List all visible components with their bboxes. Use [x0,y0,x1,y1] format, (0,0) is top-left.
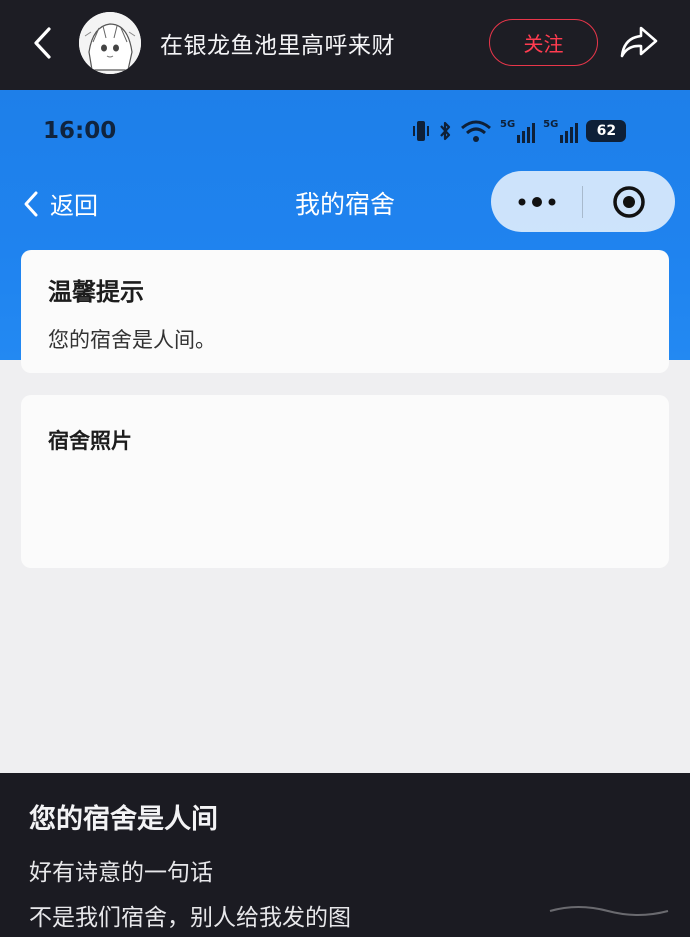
more-dots-icon [518,196,555,207]
bluetooth-icon [440,121,451,141]
net-label: 5G [500,119,516,130]
vibrate-icon [413,121,429,141]
close-mini-program-button[interactable] [583,171,674,232]
photo-card-title: 宿舍照片 [48,429,132,453]
target-close-icon [612,185,645,218]
battery-indicator: 62 [586,120,627,142]
more-button[interactable] [491,171,582,232]
tip-card-text: 您的宿舍是人间。 [48,328,216,352]
avatar[interactable] [79,12,141,74]
back-icon[interactable] [26,26,60,60]
post-image[interactable]: 16:00 5G 5G 62 返回 我的宿舍 温馨提示 您的宿舍是人间。 宿舍照… [0,90,690,773]
status-time: 16:00 [43,118,117,144]
top-bar: 在银龙鱼池里高呼来财 关注 [0,0,690,90]
net-label: 5G [543,119,559,130]
signal-5g-icon: 5G [500,119,536,143]
wifi-icon [461,120,491,142]
caption-line: 不是我们宿舍，别人给我发的图 [29,905,351,931]
follow-button[interactable]: 关注 [489,19,598,66]
author-name[interactable]: 在银龙鱼池里高呼来财 [160,26,395,60]
anime-avatar-icon [79,12,141,74]
tip-card-title: 温馨提示 [48,278,144,306]
photo-card[interactable]: 宿舍照片 [21,395,669,568]
mini-program-capsule [491,171,675,232]
status-icons: 5G 5G 62 [412,116,627,146]
watermark-icon [549,906,669,916]
caption-title: 您的宿舍是人间 [29,804,218,835]
share-icon[interactable] [617,22,661,62]
caption-line: 好有诗意的一句话 [29,860,213,886]
signal-5g-icon: 5G [543,119,579,143]
post-caption: 您的宿舍是人间 好有诗意的一句话 不是我们宿舍，别人给我发的图 [0,773,690,937]
tip-card: 温馨提示 您的宿舍是人间。 [21,250,669,373]
